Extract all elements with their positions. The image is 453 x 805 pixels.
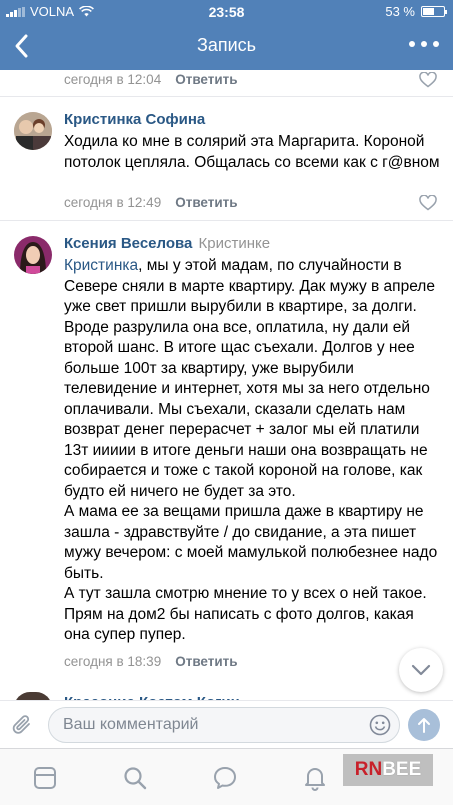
send-button[interactable] [408, 709, 440, 741]
comment-text: Ходила ко мне в солярий эта Маргарита. К… [64, 133, 440, 171]
watermark-bee: BEE [382, 759, 422, 780]
reply-button[interactable]: Ответить [175, 654, 237, 669]
comment-time: сегодня в 12:04 [64, 72, 162, 87]
nav-bar: Запись [0, 22, 453, 70]
emoji-icon[interactable] [369, 714, 391, 736]
avatar-photo [14, 112, 52, 150]
page-title: Запись [196, 35, 257, 55]
paperclip-icon[interactable] [10, 713, 34, 737]
divider [0, 96, 453, 97]
like-heart-icon[interactable] [419, 195, 437, 211]
mention-link[interactable]: Кристинка [64, 257, 138, 274]
battery-percent: 53 % [385, 4, 415, 19]
comment-text-part: А тут зашла смотрю мнение то у всех о не… [64, 585, 427, 643]
watermark-logo: RN BEE [343, 754, 433, 786]
arrow-up-icon [418, 718, 430, 733]
avatar[interactable] [14, 112, 52, 150]
battery-icon [421, 6, 447, 17]
comment-time: сегодня в 18:39 [64, 654, 162, 669]
bell-tab-icon[interactable] [302, 765, 328, 791]
chevron-down-icon [411, 664, 431, 676]
news-tab-icon[interactable] [32, 765, 58, 791]
comment-text-part: А мама ее за вещами пришла даже в кварти… [64, 503, 438, 582]
reply-to[interactable]: Кристинке [199, 235, 271, 252]
messages-tab-icon[interactable] [212, 765, 238, 791]
top-bar: VOLNA 23:58 53 % Запись [0, 0, 453, 70]
divider [0, 220, 453, 221]
comment-text: Кристинка, мы у этой мадам, по случайнос… [64, 256, 443, 502]
comment-composer [0, 700, 453, 748]
comment-author[interactable]: Кристинка Софина [64, 110, 443, 130]
comment-meta: сегодня в 12:04 Ответить [64, 72, 238, 87]
comment-input-wrap [48, 707, 400, 743]
search-tab-icon[interactable] [122, 765, 148, 791]
comment-text-part: , мы у этой мадам, по случайности в Севе… [64, 257, 435, 500]
comment-meta: сегодня в 12:49 Ответить [64, 195, 238, 210]
more-dots-icon[interactable] [409, 34, 439, 54]
avatar[interactable] [14, 236, 52, 274]
reply-button[interactable]: Ответить [175, 195, 237, 210]
comment-author[interactable]: Ксения Веселова [64, 235, 192, 252]
like-heart-icon[interactable] [419, 72, 437, 88]
comment-meta: сегодня в 18:39 Ответить [64, 654, 238, 669]
comment-input[interactable] [63, 708, 353, 742]
avatar-photo [14, 236, 52, 274]
reply-button[interactable]: Ответить [175, 72, 237, 87]
status-bar: VOLNA 23:58 53 % [0, 0, 453, 22]
comment-time: сегодня в 12:49 [64, 195, 162, 210]
scroll-down-button[interactable] [399, 648, 443, 692]
watermark-rn: RN [354, 759, 383, 780]
